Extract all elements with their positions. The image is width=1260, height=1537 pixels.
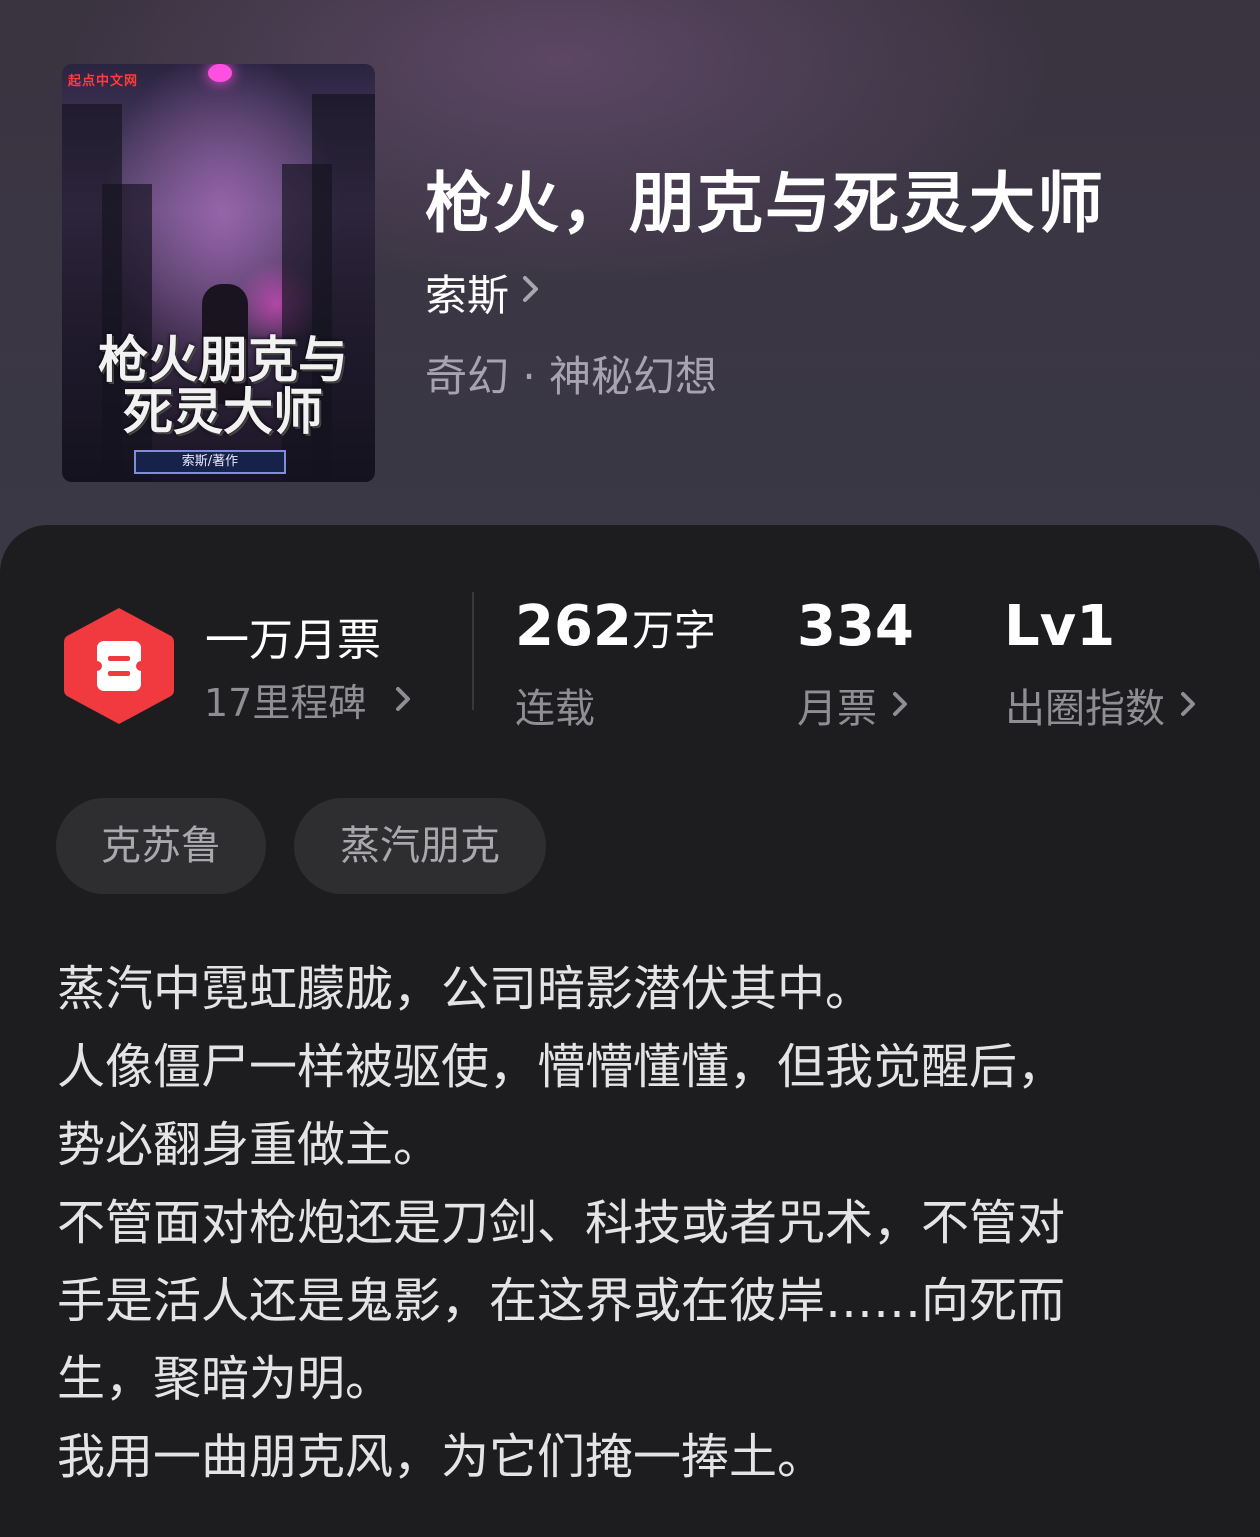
cover-title: 枪火朋克与 死灵大师 [98,330,348,441]
ticket-badge-icon[interactable] [62,605,176,727]
chevron-right-icon [521,272,541,313]
monthly-ticket-label: 月票 [797,686,877,732]
author-name: 索斯 [425,271,510,320]
chevron-right-icon [394,678,412,722]
book-title: 枪火，朋克与死灵大师 [425,164,1105,242]
popularity-level: Lv1 [1004,594,1116,659]
author-link[interactable]: 索斯 [425,262,541,323]
popularity-link[interactable]: 出圈指数 [1005,676,1197,734]
stats-divider [472,592,474,710]
word-count-label: 连载 [515,686,595,732]
cover-glow [208,64,232,82]
tag-chip[interactable]: 蒸汽朋克 [294,798,546,894]
word-count-unit: 万字 [631,606,716,655]
book-genre[interactable]: 奇幻 · 神秘幻想 [425,343,717,404]
chevron-right-icon [891,682,909,728]
monthly-ticket-count: 334 [797,594,914,659]
milestone-subtitle: 17里程碑 [204,681,367,725]
tag-chip[interactable]: 克苏鲁 [56,798,266,894]
cover-brand: 起点中文网 [68,74,139,89]
chevron-right-icon [1179,682,1197,728]
book-cover[interactable]: 起点中文网 枪火朋克与 死灵大师 索斯/著作 [62,64,375,482]
milestone-title[interactable]: 一万月票 [205,604,381,668]
cover-author-tag: 索斯/著作 [134,450,286,474]
book-description: 蒸汽中霓虹朦胧，公司暗影潜伏其中。 人像僵尸一样被驱使，懵懵懂懂，但我觉醒后， … [57,961,1066,1485]
monthly-ticket-link[interactable]: 月票 [797,676,909,734]
popularity-label: 出圈指数 [1005,686,1165,732]
milestone-link[interactable]: 17里程碑 [204,672,412,727]
word-count: 262万字 [515,594,716,659]
